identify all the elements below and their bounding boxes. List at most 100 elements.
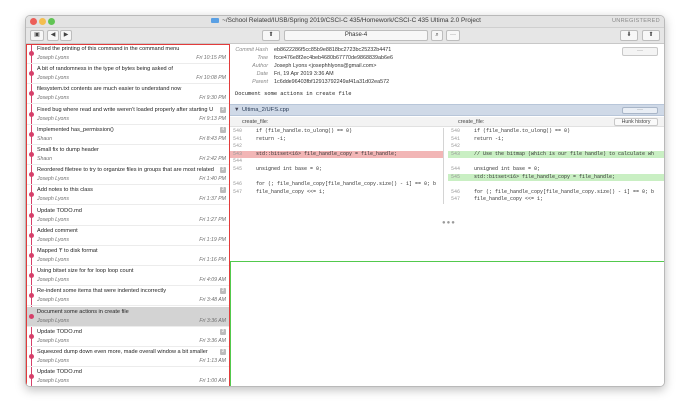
commit-row[interactable]: Using bitset size for for loop loop coun… <box>26 266 229 287</box>
code-text: // Use the bitmap (which is our file han… <box>474 150 655 157</box>
changed-files-badge: 2 <box>220 106 226 113</box>
pull-button[interactable]: ⬇ <box>620 30 638 41</box>
back-button[interactable]: ◀ <box>47 30 59 41</box>
commit-author: Joseph Lyons <box>37 358 69 364</box>
sidebar-toggle-button[interactable]: ▣ <box>30 30 44 41</box>
code-text: return -1; <box>474 135 505 142</box>
diff-left-pane[interactable]: 540 if (file_handle.to_ulong() == 0) 541 r… <box>230 128 444 204</box>
commit-author: Joseph Lyons <box>37 257 69 263</box>
title-bar: ~/School Related/IUSB/Spring 2019/CSCI-C… <box>26 16 664 28</box>
code-text: std::bitset<16> file_handle_copy = file_… <box>474 173 616 180</box>
commit-row[interactable]: Fixed bug where read and write weren't l… <box>26 105 229 125</box>
commit-node-icon <box>29 51 34 56</box>
author-value: Joseph Lyons <josephhlyons@gmail.com> <box>274 63 377 69</box>
commit-detail-panel: Commit Hash eb8622286f5cc85b9e8818bc2723b… <box>230 44 664 386</box>
commit-metadata: Commit Hash eb8622286f5cc85b9e8818bc2723b… <box>230 44 664 102</box>
diff-line: 541 return -1; <box>448 135 664 143</box>
commit-row[interactable]: A bit of randomness in the type of bytes… <box>26 64 229 85</box>
commit-node-icon <box>29 152 34 157</box>
commit-node-icon <box>29 91 34 97</box>
commit-node-icon <box>29 172 34 178</box>
diff-line: 542 <box>230 143 443 150</box>
commit-row[interactable]: Implemented has_permission() Shaun Fri 8:4… <box>26 125 229 145</box>
tree-value[interactable]: fcce476e8f2ec4beb4680b67770de9868839ab6e… <box>274 55 393 61</box>
commit-list[interactable]: Fixed the printing of this command in th… <box>26 44 230 386</box>
line-number: 545 <box>233 166 243 172</box>
diff-line: 540 if (file_handle.to_ulong() == 0) <box>230 128 443 135</box>
forward-button[interactable]: ▶ <box>60 30 72 41</box>
commit-row[interactable]: Update TODO.md Joseph Lyons Fri 1:00 AM <box>26 367 229 386</box>
commit-more-button[interactable]: ··· <box>622 47 658 56</box>
line-number: 540 <box>451 128 461 134</box>
commit-row[interactable]: Reordered filetree to try to organize fi… <box>26 165 229 186</box>
commit-date: Fri 9:13 PM <box>199 115 226 122</box>
commit-row[interactable]: Update TODO.md Joseph Lyons Fri 1:27 PM <box>26 206 229 226</box>
commit-node-icon <box>29 71 34 77</box>
commit-row[interactable]: Mapped 'f' to disk format Joseph Lyons Fri… <box>26 246 229 266</box>
commit-message: Reordered filetree to try to organize fi… <box>37 167 214 174</box>
stash-button[interactable]: ⬆ <box>262 30 280 41</box>
commit-author: Joseph Lyons <box>37 115 69 122</box>
commit-author: Joseph Lyons <box>37 95 69 102</box>
commit-node-icon <box>29 131 34 137</box>
file-header[interactable]: ▼ Ultima_2/UFS.cpp ··· <box>230 104 664 116</box>
commit-row[interactable]: Added comment Joseph Lyons Fri 1:19 PM <box>26 226 229 246</box>
code-text: if (file_handle.to_ulong() == 0) <box>474 128 571 134</box>
commit-row[interactable]: Fixed the printing of this command in th… <box>26 44 229 64</box>
commit-row[interactable]: Squeezed dump down even more, made overa… <box>26 347 229 367</box>
commit-date: Fri 1:19 PM <box>199 236 226 243</box>
hunk-history-button[interactable]: Hunk history <box>614 118 658 126</box>
commit-row[interactable]: filesystem.txt contents are much easier … <box>26 84 229 105</box>
commit-date: Fri 1:16 PM <box>199 257 226 263</box>
commit-row[interactable]: Update TODO.md Joseph Lyons Fri 3:36 AM 2 <box>26 327 229 347</box>
commit-author: Shaun <box>37 156 53 162</box>
commit-author: Joseph Lyons <box>37 236 69 243</box>
diff-line: 544 <box>230 158 443 165</box>
diff-right-pane[interactable]: 540 if (file_handle.to_ulong() == 0) 541 r… <box>448 128 664 204</box>
line-number: 541 <box>233 135 243 142</box>
diff-line: 542 <box>448 143 664 150</box>
commit-message: Implemented has_permission() <box>37 126 114 133</box>
diff-line: 540 if (file_handle.to_ulong() == 0) <box>448 128 664 135</box>
commit-message: filesystem.txt contents are much easier … <box>37 86 182 93</box>
changed-files-badge: 2 <box>220 167 226 174</box>
commit-message: Document some actions in create file <box>37 308 129 315</box>
back-icon: ◀ <box>50 32 56 38</box>
commit-summary: Document some actions in create file <box>235 91 352 97</box>
diff-line <box>448 181 664 188</box>
commit-date: Fri 10:08 PM <box>196 75 226 82</box>
commit-row[interactable]: Re-indent some items that were indented … <box>26 286 229 307</box>
commit-author: Shaun <box>37 135 53 142</box>
branch-name: Phase-4 <box>344 32 368 38</box>
commit-node-icon <box>29 374 34 380</box>
line-number: 547 <box>451 196 461 203</box>
expand-more-indicator[interactable]: ●●● <box>442 220 456 226</box>
commit-row[interactable]: Add notes to this class Joseph Lyons Fri 1… <box>26 185 229 206</box>
commit-node-icon <box>29 192 34 198</box>
commit-row[interactable]: Small fix to dump header Shaun Fri 2:42 PM <box>26 145 229 165</box>
unregistered-label: UNREGISTERED <box>611 18 660 24</box>
deleted-line: 543 std::bitset<16> file_handle_copy = fi… <box>230 150 443 158</box>
search-button[interactable]: ⌕ <box>431 30 443 41</box>
forward-icon: ▶ <box>63 32 69 38</box>
commit-author: Joseph Lyons <box>37 317 69 324</box>
window-title-text: ~/School Related/IUSB/Spring 2019/CSCI-C… <box>222 17 481 24</box>
commit-date: Fri 1:40 PM <box>199 176 226 183</box>
window-title: ~/School Related/IUSB/Spring 2019/CSCI-C… <box>26 17 664 24</box>
file-more-button[interactable]: ··· <box>622 107 658 114</box>
commit-hash-value[interactable]: eb8622286f5cc85b9e8818bc2723bc25232b4471 <box>274 47 391 53</box>
parent-value[interactable]: 1c6dde96403fbf12913792249af41a31d02ea572 <box>274 79 389 85</box>
commit-message: Using bitset size for for loop loop coun… <box>37 268 134 275</box>
more-button[interactable]: ··· <box>446 30 460 41</box>
disclosure-triangle-icon[interactable]: ▼ <box>234 107 240 113</box>
push-button[interactable]: ⬆ <box>642 30 660 41</box>
changed-files-badge: 2 <box>220 349 226 355</box>
diff-line: 544 unsigned int base = 0; <box>448 166 664 173</box>
changed-files-badge: 2 <box>220 288 226 295</box>
commit-date: Fri 1:00 AM <box>199 378 226 385</box>
author-label: Author <box>252 63 268 69</box>
line-number: 547 <box>233 188 243 195</box>
commit-author: Joseph Lyons <box>37 378 69 385</box>
commit-row[interactable]: Document some actions in create file Jose… <box>26 306 229 327</box>
branch-selector[interactable]: Phase-4 <box>284 30 428 41</box>
